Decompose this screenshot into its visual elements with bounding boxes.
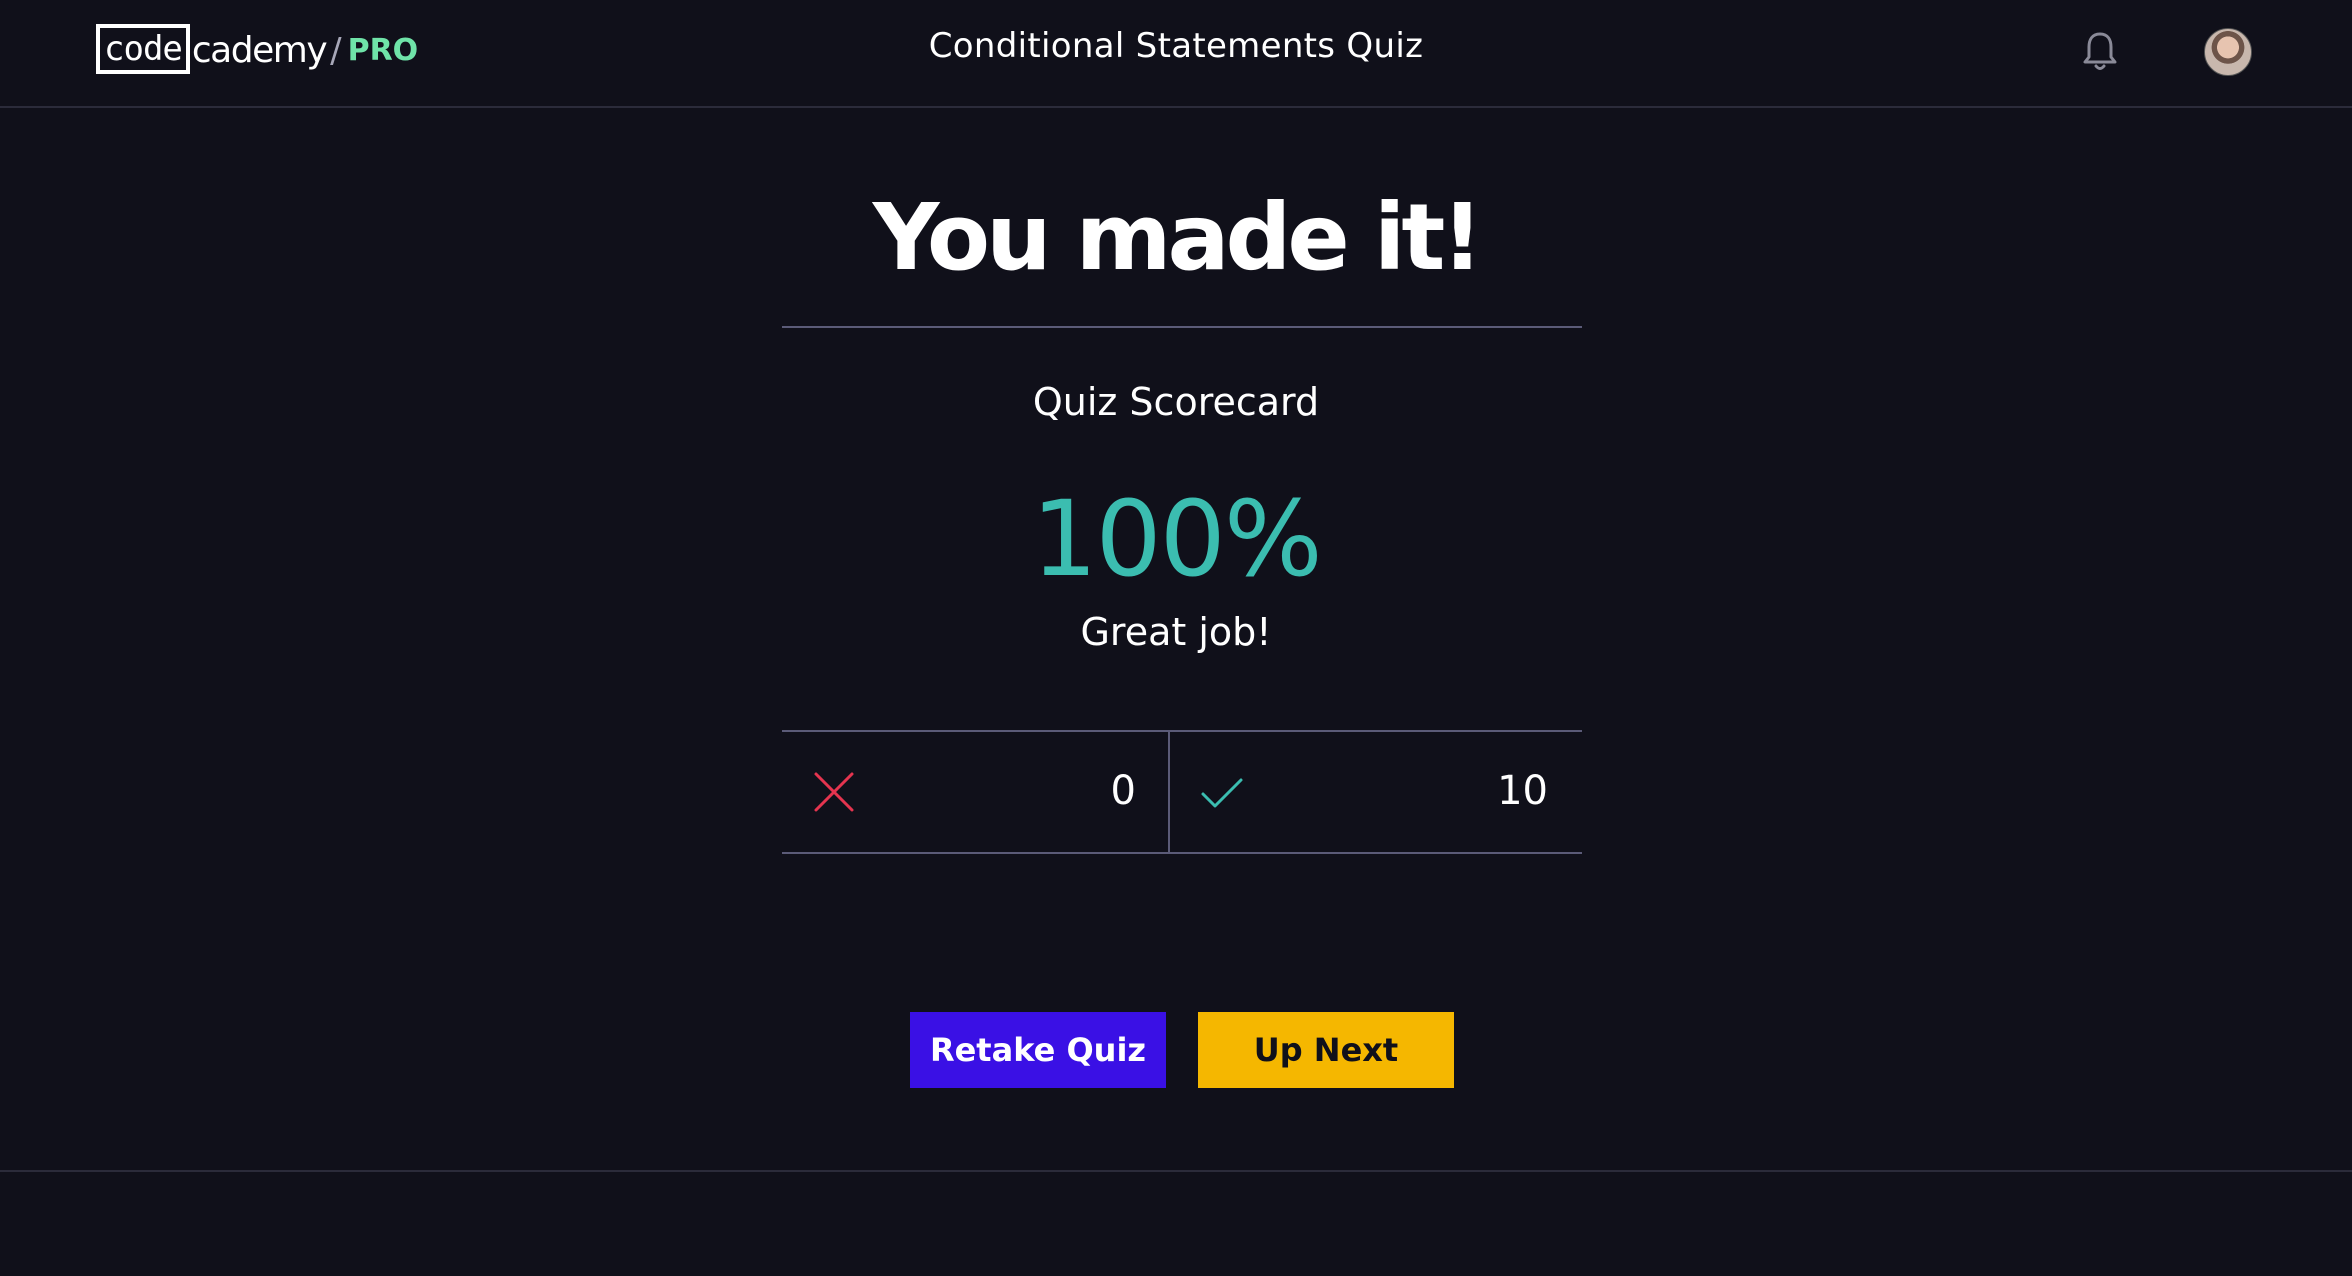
top-bar: code cademy / PRO Conditional Statements… [0, 0, 2352, 108]
check-icon [1200, 770, 1244, 814]
retake-quiz-button[interactable]: Retake Quiz [910, 1012, 1166, 1088]
quiz-title: Conditional Statements Quiz [928, 26, 1424, 66]
score-percentage: 100% [1031, 478, 1322, 600]
correct-count-cell: 10 [1170, 732, 1580, 852]
incorrect-count-cell: 0 [782, 732, 1170, 852]
x-icon [812, 770, 856, 814]
incorrect-count: 0 [1110, 768, 1136, 814]
divider [782, 326, 1582, 328]
completion-heading: You made it! [872, 184, 1484, 291]
scorecard-title: Quiz Scorecard [1032, 380, 1320, 424]
avatar[interactable] [2204, 28, 2252, 76]
answer-tally: 0 10 [782, 730, 1582, 854]
score-message: Great job! [1080, 610, 1272, 654]
footer-divider [0, 1170, 2352, 1172]
bell-icon[interactable] [2080, 30, 2120, 74]
up-next-button[interactable]: Up Next [1198, 1012, 1454, 1088]
correct-count: 10 [1497, 768, 1548, 814]
